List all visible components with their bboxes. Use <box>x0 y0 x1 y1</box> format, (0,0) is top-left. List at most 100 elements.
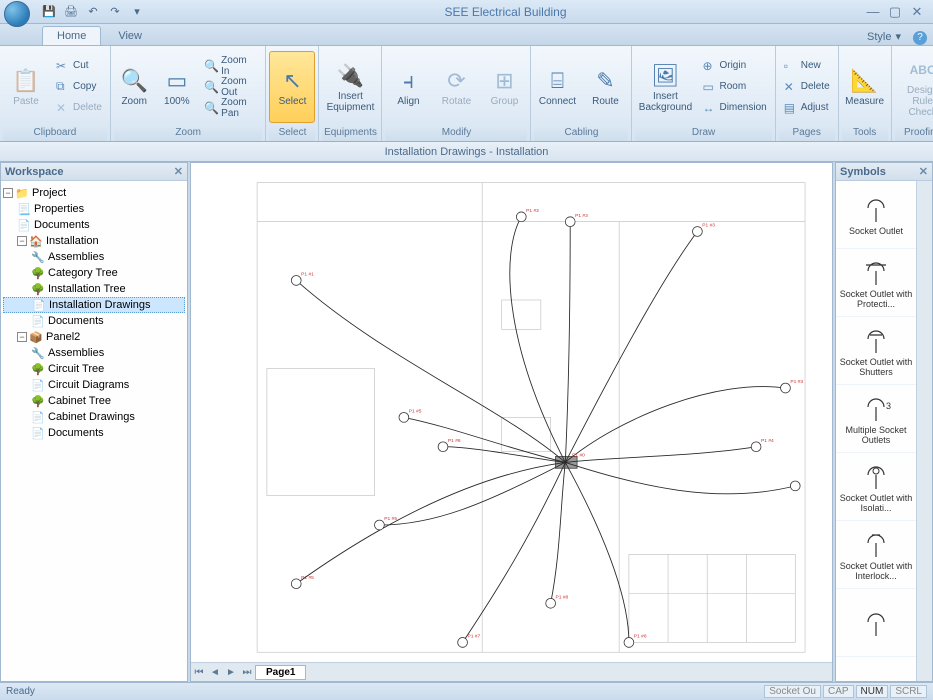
tree-circuit-tree[interactable]: 🌳Circuit Tree <box>3 361 185 377</box>
adjust-page-button[interactable]: ▤Adjust <box>779 98 835 118</box>
symbol-next[interactable] <box>836 589 916 657</box>
svg-text:P1 #4: P1 #4 <box>761 438 774 444</box>
dimension-icon: ↔ <box>702 101 716 115</box>
symbols-header: Symbols ✕ <box>836 163 932 181</box>
rotate-button[interactable]: ⟳Rotate <box>433 51 479 123</box>
cut-button[interactable]: ✂Cut <box>51 56 107 76</box>
zoom-in-button[interactable]: 🔍Zoom In <box>199 56 262 76</box>
page-last-button[interactable]: ⏭ <box>239 667 255 678</box>
redo-icon[interactable]: ↷ <box>106 3 124 21</box>
group-button[interactable]: ⊞Group <box>481 51 527 123</box>
group-icon: ⊞ <box>495 66 513 96</box>
tree-project[interactable]: −📁Project <box>3 185 185 201</box>
route-button[interactable]: ✎Route <box>582 51 628 123</box>
origin-button[interactable]: ⊕Origin <box>697 56 771 76</box>
delete-icon: ✕ <box>784 80 798 94</box>
tree-installation[interactable]: −🏠Installation <box>3 233 185 249</box>
symbols-scrollbar[interactable] <box>916 181 932 681</box>
svg-text:3: 3 <box>886 401 891 411</box>
workspace-close-icon[interactable]: ✕ <box>174 165 183 178</box>
measure-icon: 📐 <box>851 66 878 96</box>
svg-text:P1 #8: P1 #8 <box>634 634 647 640</box>
app-menu-orb[interactable] <box>4 1 30 27</box>
room-button[interactable]: ▭Room <box>697 77 771 97</box>
design-rule-check-button[interactable]: ABCDesign Rule Check <box>895 51 933 123</box>
close-button[interactable]: ✕ <box>909 4 925 20</box>
tree-installation-drawings[interactable]: 📄Installation Drawings <box>3 297 185 313</box>
copy-button[interactable]: ⧉Copy <box>51 77 107 97</box>
tab-home[interactable]: Home <box>42 26 101 45</box>
svg-text:P1 #5: P1 #5 <box>409 409 422 415</box>
tree-panel-assemblies[interactable]: 🔧Assemblies <box>3 345 185 361</box>
page-prev-button[interactable]: ◄ <box>207 667 223 678</box>
tree-properties[interactable]: 📃Properties <box>3 201 185 217</box>
symbol-multiple-socket-outlets[interactable]: 3 Multiple Socket Outlets <box>836 385 916 453</box>
align-button[interactable]: ⫞Align <box>385 51 431 123</box>
project-tree[interactable]: −📁Project 📃Properties 📄Documents −🏠Insta… <box>1 181 187 681</box>
image-icon: 🖼 <box>652 61 680 91</box>
symbol-socket-outlet-isolation[interactable]: Socket Outlet with Isolati... <box>836 453 916 521</box>
symbols-list[interactable]: Socket Outlet Socket Outlet with Protect… <box>836 181 916 681</box>
magnifier-icon: 🔍 <box>121 66 148 96</box>
zoom-button[interactable]: 🔍Zoom <box>114 51 155 123</box>
delete-button[interactable]: ✕Delete <box>51 98 107 118</box>
titlebar: 💾 🖨 ↶ ↷ ▾ SEE Electrical Building — ▢ ✕ <box>0 0 933 24</box>
qat-dropdown-icon[interactable]: ▾ <box>128 3 146 21</box>
tree-icon: 🌳 <box>31 267 45 280</box>
page-first-button[interactable]: ⏮ <box>191 667 207 678</box>
new-icon: ▫ <box>784 59 798 73</box>
page-next-button[interactable]: ► <box>223 667 239 678</box>
tree-panel2[interactable]: −📦Panel2 <box>3 329 185 345</box>
select-button[interactable]: ↖Select <box>269 51 315 123</box>
symbol-socket-outlet-protection[interactable]: Socket Outlet with Protecti... <box>836 249 916 317</box>
equipment-icon: 🔌 <box>337 61 364 91</box>
origin-icon: ⊕ <box>702 59 716 73</box>
status-scrl: SCRL <box>890 685 927 698</box>
collapse-icon[interactable]: − <box>17 332 27 342</box>
tree-installation-tree[interactable]: 🌳Installation Tree <box>3 281 185 297</box>
delete-page-button[interactable]: ✕Delete <box>779 77 835 97</box>
insert-equipment-button[interactable]: 🔌Insert Equipment <box>322 51 378 123</box>
zoom-out-button[interactable]: 🔍Zoom Out <box>199 77 262 97</box>
dimension-button[interactable]: ↔Dimension <box>697 98 771 118</box>
tree-panel-documents[interactable]: 📄Documents <box>3 425 185 441</box>
tab-view[interactable]: View <box>103 26 157 45</box>
tree-assemblies[interactable]: 🔧Assemblies <box>3 249 185 265</box>
symbol-socket-outlet-interlock[interactable]: Socket Outlet with Interlock... <box>836 521 916 589</box>
tree-circuit-diagrams[interactable]: 📄Circuit Diagrams <box>3 377 185 393</box>
zoom-100-button[interactable]: ▭100% <box>157 51 198 123</box>
documents-icon: 📄 <box>17 219 31 232</box>
rotate-icon: ⟳ <box>447 66 465 96</box>
collapse-icon[interactable]: − <box>17 236 27 246</box>
zoom-pan-button[interactable]: 🔍Zoom Pan <box>199 98 262 118</box>
work-area: Workspace ✕ −📁Project 📃Properties 📄Docum… <box>0 162 933 682</box>
print-icon[interactable]: 🖨 <box>62 3 80 21</box>
assemblies-icon: 🔧 <box>31 347 45 360</box>
collapse-icon[interactable]: − <box>3 188 13 198</box>
paste-button[interactable]: 📋Paste <box>3 51 49 123</box>
symbols-close-icon[interactable]: ✕ <box>919 165 928 178</box>
minimize-button[interactable]: — <box>865 4 881 20</box>
new-page-button[interactable]: ▫New <box>779 56 835 76</box>
save-icon[interactable]: 💾 <box>40 3 58 21</box>
cursor-icon: ↖ <box>283 66 301 96</box>
drawing-canvas[interactable]: P1 #1P1 #2 P1 #3P1 #3 P1 #4P1 #5 P1 #7P1… <box>191 163 832 663</box>
insert-background-button[interactable]: 🖼Insert Background <box>635 51 695 123</box>
svg-text:P1 #8: P1 #8 <box>556 594 569 600</box>
tree-cabinet-drawings[interactable]: 📄Cabinet Drawings <box>3 409 185 425</box>
tree-category-tree[interactable]: 🌳Category Tree <box>3 265 185 281</box>
svg-text:P1 #1: P1 #1 <box>301 272 314 278</box>
tree-documents[interactable]: 📄Documents <box>3 217 185 233</box>
symbol-socket-outlet[interactable]: Socket Outlet <box>836 181 916 249</box>
maximize-button[interactable]: ▢ <box>887 4 903 20</box>
page-tab-1[interactable]: Page1 <box>255 665 306 680</box>
style-dropdown[interactable]: Style▾ <box>861 28 907 45</box>
undo-icon[interactable]: ↶ <box>84 3 102 21</box>
measure-button[interactable]: 📐Measure <box>842 51 888 123</box>
ribbon-group-clipboard: 📋Paste ✂Cut ⧉Copy ✕Delete Clipboard <box>0 46 111 141</box>
help-icon[interactable]: ? <box>913 31 927 45</box>
connect-button[interactable]: ⌸Connect <box>534 51 580 123</box>
tree-documents-2[interactable]: 📄Documents <box>3 313 185 329</box>
tree-cabinet-tree[interactable]: 🌳Cabinet Tree <box>3 393 185 409</box>
symbol-socket-outlet-shutters[interactable]: Socket Outlet with Shutters <box>836 317 916 385</box>
